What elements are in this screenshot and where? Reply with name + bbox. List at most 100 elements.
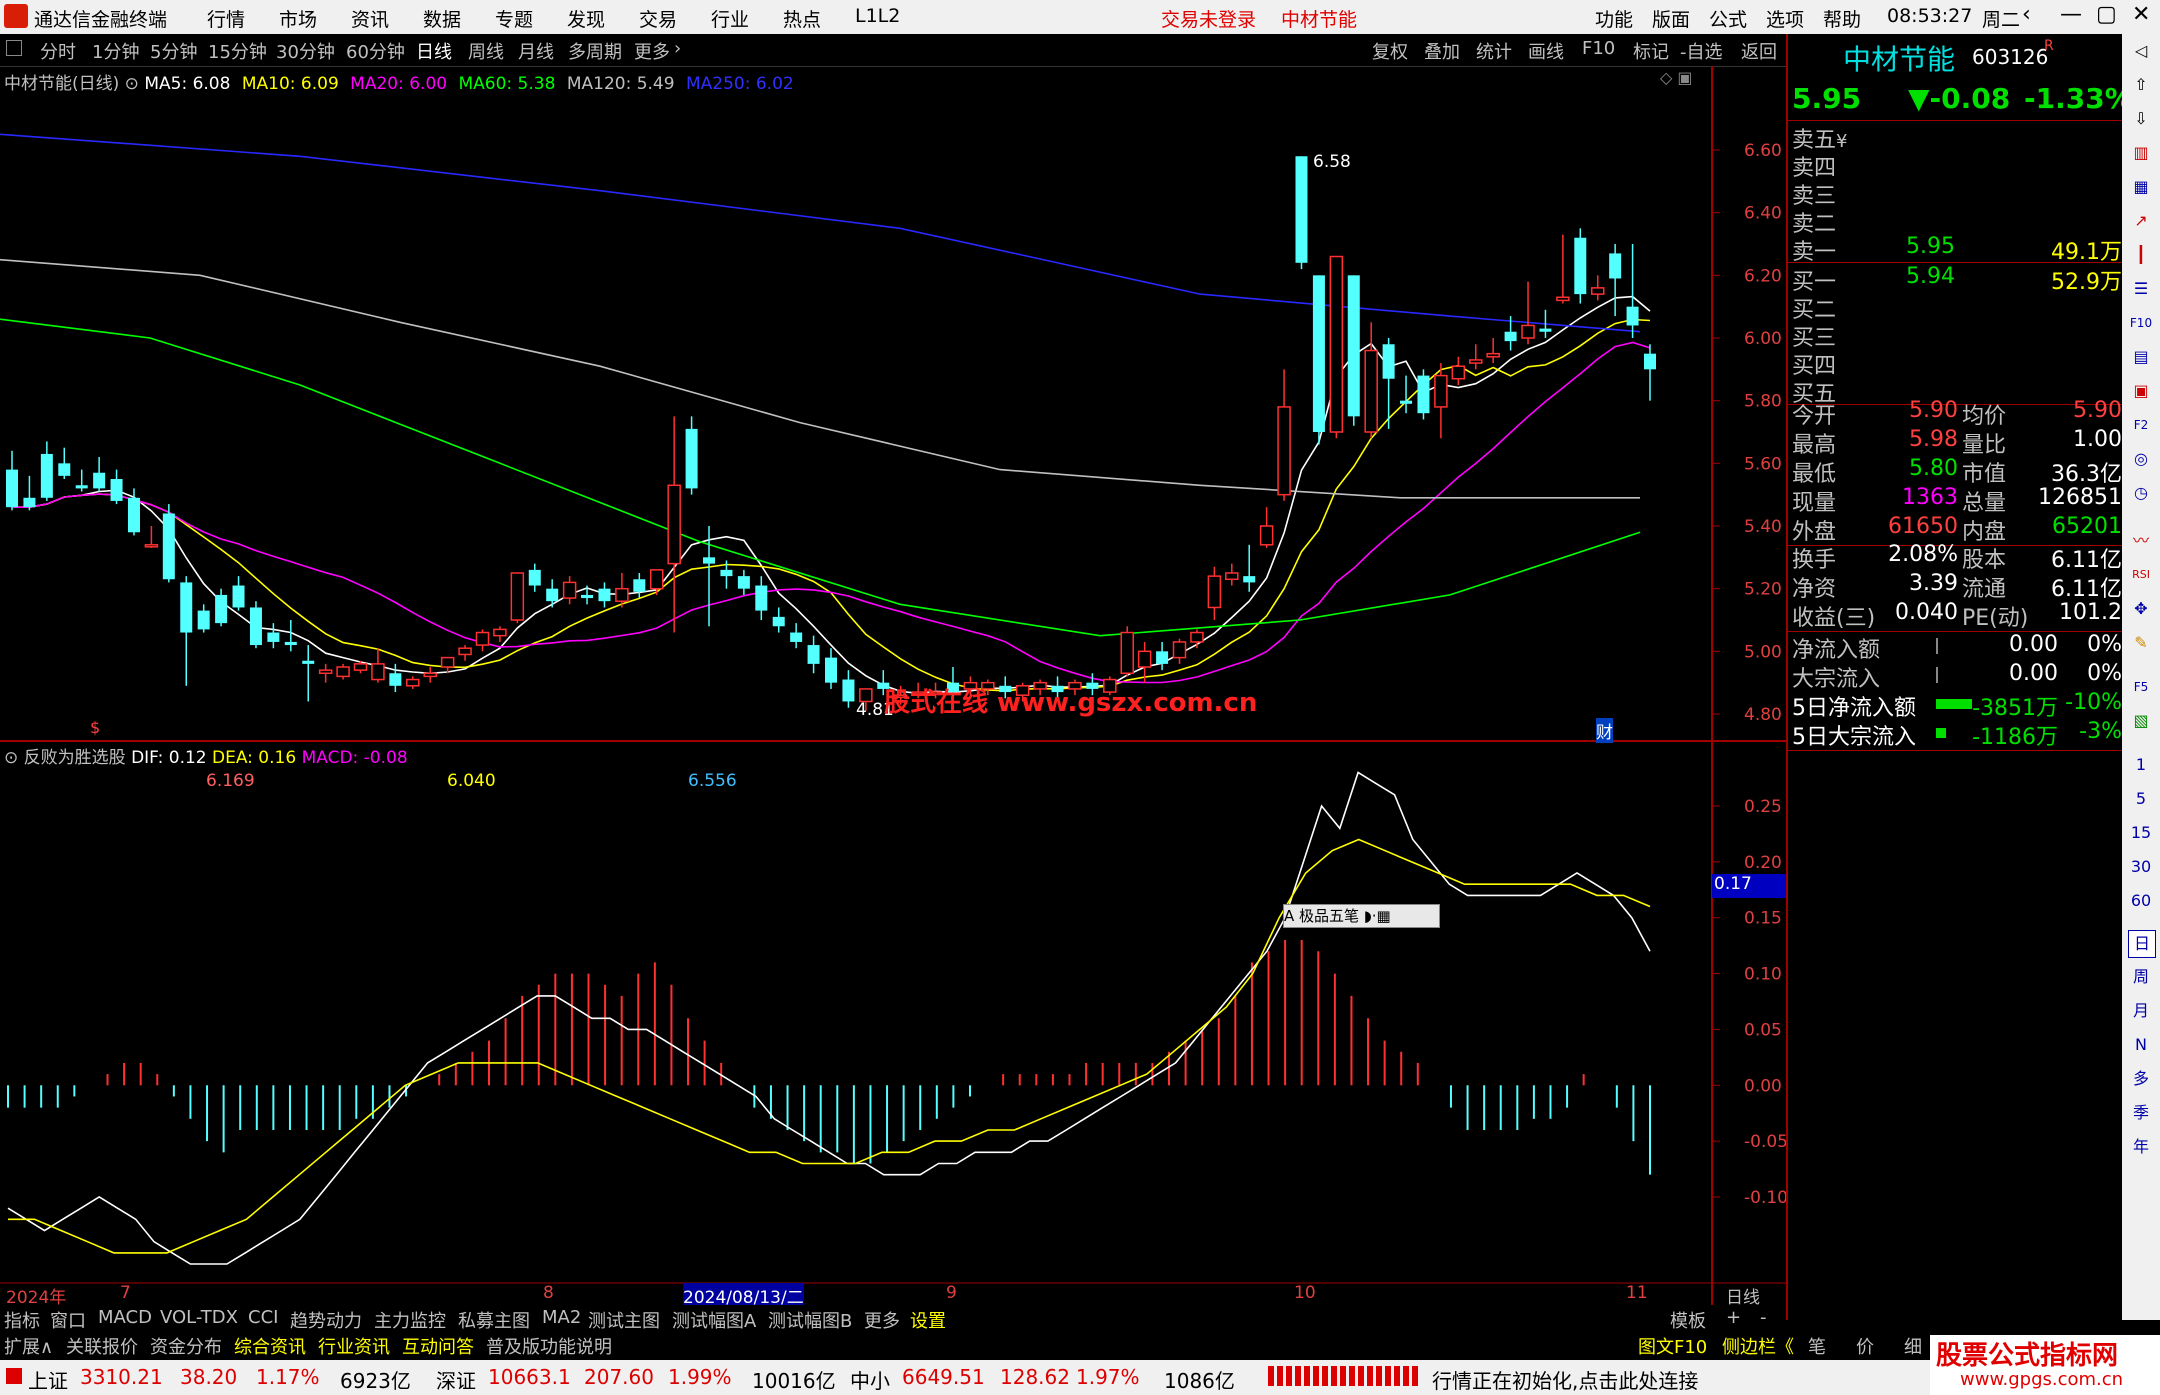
- period-more-chevron-icon[interactable]: ›: [674, 38, 681, 59]
- tab-more[interactable]: 更多: [864, 1307, 900, 1333]
- btn-diejia[interactable]: 叠加: [1424, 38, 1460, 64]
- btn-zixuan[interactable]: -自选: [1680, 38, 1723, 64]
- tab-test-b[interactable]: 测试幅图B: [768, 1307, 852, 1333]
- tab-cci[interactable]: CCI: [248, 1307, 278, 1328]
- btn-biaoji[interactable]: 标记: [1633, 38, 1669, 64]
- f10-icon[interactable]: F10: [2128, 310, 2154, 336]
- sz-name[interactable]: 深证: [436, 1365, 476, 1394]
- menu-zixun[interactable]: 资讯: [351, 5, 389, 32]
- bid-row-1[interactable]: 买一 5.94 52.9万: [1792, 264, 2122, 295]
- btn-fuquan[interactable]: 复权: [1372, 38, 1408, 64]
- period-month[interactable]: 月: [2128, 998, 2154, 1024]
- f5-icon[interactable]: F5: [2128, 674, 2154, 700]
- tab-trend[interactable]: 趋势动力: [290, 1307, 362, 1333]
- period-day[interactable]: 日: [2128, 930, 2156, 958]
- arrow-up-icon[interactable]: ⇧: [2128, 72, 2154, 98]
- period-60min[interactable]: 60分钟: [346, 38, 405, 64]
- minimize-icon[interactable]: —: [2060, 2, 2082, 27]
- trade-login-status[interactable]: 交易未登录: [1161, 5, 1256, 32]
- calendar-icon[interactable]: ▤: [2128, 344, 2154, 370]
- arrow-down-icon[interactable]: ⇩: [2128, 106, 2154, 132]
- tab-bi[interactable]: 笔: [1808, 1333, 1826, 1359]
- tab-vol[interactable]: VOL-TDX: [160, 1307, 238, 1328]
- add-window-button[interactable]: +: [1726, 1307, 1741, 1328]
- period-daily[interactable]: 日线: [416, 38, 452, 64]
- menu-hangye[interactable]: 行业: [711, 5, 749, 32]
- ime-toolbar[interactable]: A 极品五笔 ◗·▦: [1283, 904, 1440, 928]
- btn-f10[interactable]: F10: [1582, 38, 1615, 59]
- tab-related[interactable]: 关联报价: [66, 1333, 138, 1359]
- period-week[interactable]: 周: [2128, 964, 2154, 990]
- move-icon[interactable]: ✥: [2128, 596, 2154, 622]
- tab-settings[interactable]: 设置: [910, 1307, 946, 1333]
- remove-window-button[interactable]: -: [1760, 1307, 1767, 1328]
- menu-banmian[interactable]: 版面: [1652, 5, 1690, 32]
- period-30min[interactable]: 30分钟: [276, 38, 335, 64]
- period-15[interactable]: 15: [2128, 820, 2154, 846]
- line-chart-icon[interactable]: ↗: [2128, 208, 2154, 234]
- menu-xuanxiang[interactable]: 选项: [1766, 5, 1804, 32]
- period-multi-side[interactable]: 多: [2128, 1066, 2154, 1092]
- period-monthly[interactable]: 月线: [518, 38, 554, 64]
- menu-shuju[interactable]: 数据: [423, 5, 461, 32]
- menu-zhuanti[interactable]: 专题: [495, 5, 533, 32]
- tab-xi[interactable]: 细: [1904, 1333, 1922, 1359]
- grid-icon[interactable]: ▦: [2128, 174, 2154, 200]
- menu-redian[interactable]: 热点: [783, 5, 821, 32]
- ime-moon-icon[interactable]: ◗·▦: [1364, 907, 1391, 925]
- sh-name[interactable]: 上证: [28, 1365, 68, 1394]
- tab-macd[interactable]: MACD: [98, 1307, 152, 1328]
- period-60[interactable]: 60: [2128, 888, 2154, 914]
- menu-faxian[interactable]: 发现: [567, 5, 605, 32]
- tab-guide[interactable]: 普及版功能说明: [486, 1333, 612, 1359]
- menu-gongneng[interactable]: 功能: [1595, 5, 1633, 32]
- menu-gongshi[interactable]: 公式: [1709, 5, 1747, 32]
- tab-qa[interactable]: 互动问答: [402, 1333, 474, 1359]
- tab-main-monitor[interactable]: 主力监控: [374, 1307, 446, 1333]
- period-5min[interactable]: 5分钟: [150, 38, 197, 64]
- tab-window[interactable]: 窗口: [50, 1307, 86, 1333]
- period-1[interactable]: 1: [2128, 752, 2154, 778]
- menu-hangqing[interactable]: 行情: [207, 5, 245, 32]
- period-5[interactable]: 5: [2128, 786, 2154, 812]
- tab-test-main[interactable]: 测试主图: [588, 1307, 660, 1333]
- clock-icon[interactable]: ◷: [2128, 480, 2154, 506]
- table-icon[interactable]: ▣: [2128, 378, 2154, 404]
- period-1min[interactable]: 1分钟: [92, 38, 139, 64]
- period-season[interactable]: 季: [2128, 1100, 2154, 1126]
- sidebar-expand-icon[interactable]: ◁: [2128, 38, 2154, 64]
- macd-legend-icon[interactable]: ⊙: [4, 748, 24, 768]
- wave-icon[interactable]: 〰: [2128, 528, 2154, 554]
- pen-icon[interactable]: ✎: [2128, 630, 2154, 656]
- tab-jia[interactable]: 价: [1856, 1333, 1874, 1359]
- period-more[interactable]: 更多: [634, 38, 670, 64]
- current-stock-alert[interactable]: 中材节能: [1281, 5, 1357, 32]
- back-nav-icon[interactable]: ‹: [2022, 2, 2031, 27]
- tab-template[interactable]: 模板: [1670, 1307, 1706, 1333]
- period-30[interactable]: 30: [2128, 854, 2154, 880]
- tab-sidebar[interactable]: 侧边栏《: [1722, 1333, 1794, 1359]
- tab-funds[interactable]: 资金分布: [150, 1333, 222, 1359]
- tab-test-a[interactable]: 测试幅图A: [672, 1307, 756, 1333]
- status-message[interactable]: 行情正在初始化,点击此处连接: [1432, 1365, 1698, 1394]
- zx-name[interactable]: 中小: [850, 1365, 890, 1394]
- close-icon[interactable]: ✕: [2132, 2, 2150, 27]
- bar-chart-icon[interactable]: ▥: [2128, 140, 2154, 166]
- finance-badge[interactable]: 财: [1596, 718, 1613, 743]
- circle-icon[interactable]: ◎: [2128, 446, 2154, 472]
- legend-dropdown-icon[interactable]: ⊙: [125, 74, 145, 94]
- period-weekly[interactable]: 周线: [468, 38, 504, 64]
- ime-a-icon[interactable]: A: [1284, 907, 1294, 925]
- tab-private[interactable]: 私募主图: [458, 1307, 530, 1333]
- menu-shichang[interactable]: 市场: [279, 5, 317, 32]
- rsi-icon[interactable]: RSI: [2128, 562, 2154, 588]
- menu-bangzhu[interactable]: 帮助: [1823, 5, 1861, 32]
- period-year[interactable]: 年: [2128, 1134, 2154, 1160]
- panel-toggle-icon[interactable]: [6, 40, 22, 56]
- tab-indicator[interactable]: 指标: [4, 1307, 40, 1333]
- tab-expand[interactable]: 扩展∧: [4, 1333, 53, 1359]
- list-icon[interactable]: ☰: [2128, 276, 2154, 302]
- period-n[interactable]: N: [2128, 1032, 2154, 1058]
- chart-option-icon[interactable]: ◇ ▣: [1660, 68, 1693, 87]
- maximize-icon[interactable]: ▢: [2096, 2, 2117, 27]
